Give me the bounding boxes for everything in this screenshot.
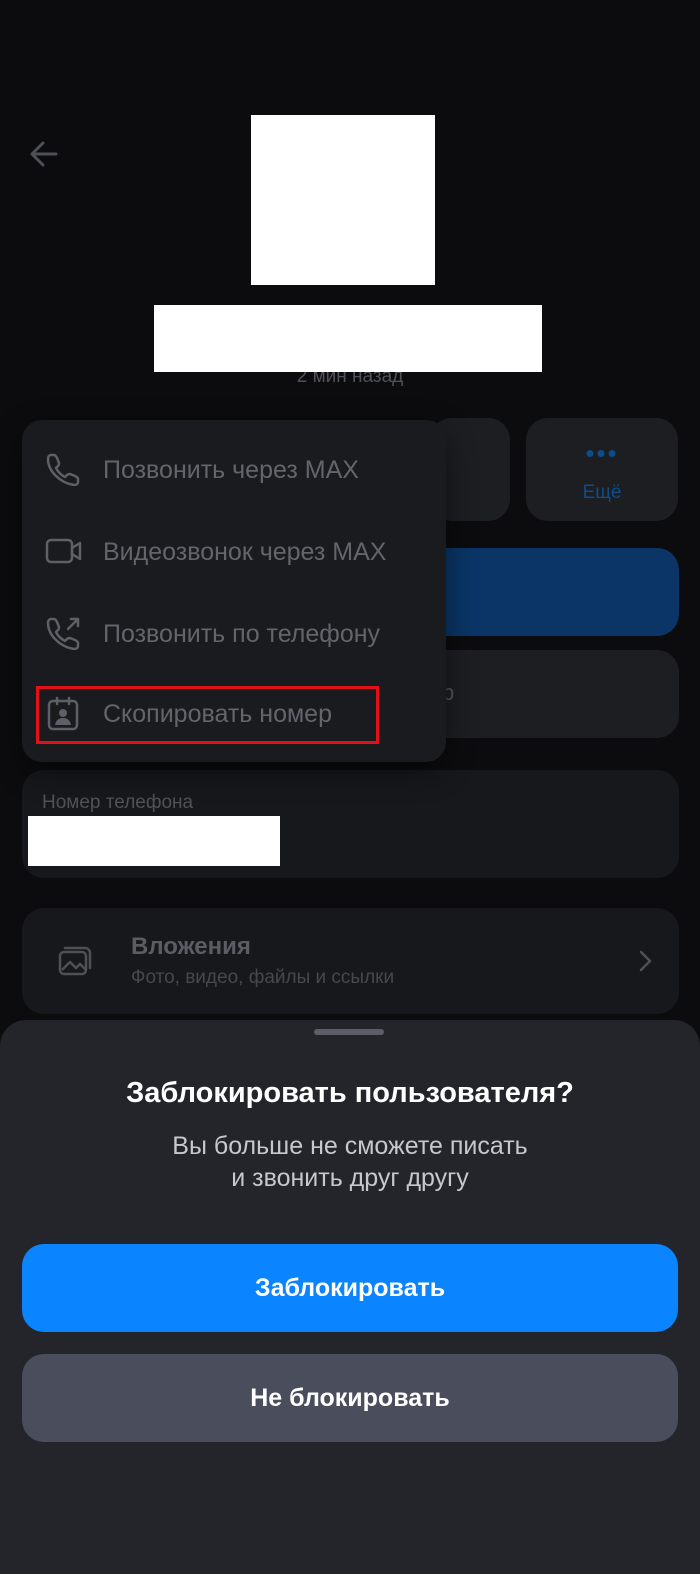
gallery-icon (56, 942, 94, 980)
phone-number-redacted (28, 816, 280, 866)
dont-block-button[interactable]: Не блокировать (22, 1354, 678, 1442)
sheet-message-line: и звонить друг другу (231, 1164, 469, 1192)
more-dots-icon: ••• (585, 438, 619, 468)
phone-number-label: Номер телефона (42, 792, 194, 813)
sheet-drag-handle[interactable] (314, 1029, 384, 1035)
menu-item-call-max[interactable]: Позвонить через MAX (22, 428, 446, 508)
attachments-subtitle: Фото, видео, файлы и ссылки (131, 967, 395, 988)
attachments-row[interactable] (22, 908, 679, 1014)
profile-name-redacted (154, 305, 542, 372)
copy-number-highlight (36, 686, 379, 744)
menu-item-label: Позвонить по телефону (103, 620, 381, 648)
more-action-label: Ещё (582, 482, 622, 503)
sheet-message: Вы больше не сможете писать и звонить др… (0, 1130, 700, 1194)
avatar-redacted (251, 115, 435, 285)
menu-item-video-max[interactable]: Видеозвонок через MAX (22, 510, 446, 590)
video-camera-icon (44, 534, 82, 568)
block-button[interactable]: Заблокировать (22, 1244, 678, 1332)
menu-item-label: Позвонить через MAX (103, 456, 359, 484)
sheet-message-line: Вы больше не сможете писать (172, 1132, 528, 1160)
menu-item-label: Видеозвонок через MAX (103, 538, 387, 566)
attachments-title: Вложения (131, 933, 251, 960)
phone-icon (44, 452, 82, 487)
more-action-button[interactable]: ••• Ещё (526, 418, 678, 521)
sheet-title: Заблокировать пользователя? (126, 1077, 574, 1109)
phone-outgoing-icon (44, 616, 82, 651)
back-button[interactable] (26, 136, 62, 172)
chevron-right-icon (634, 946, 656, 976)
menu-item-call-phone[interactable]: Позвонить по телефону (22, 592, 446, 672)
arrow-left-icon (30, 141, 58, 167)
